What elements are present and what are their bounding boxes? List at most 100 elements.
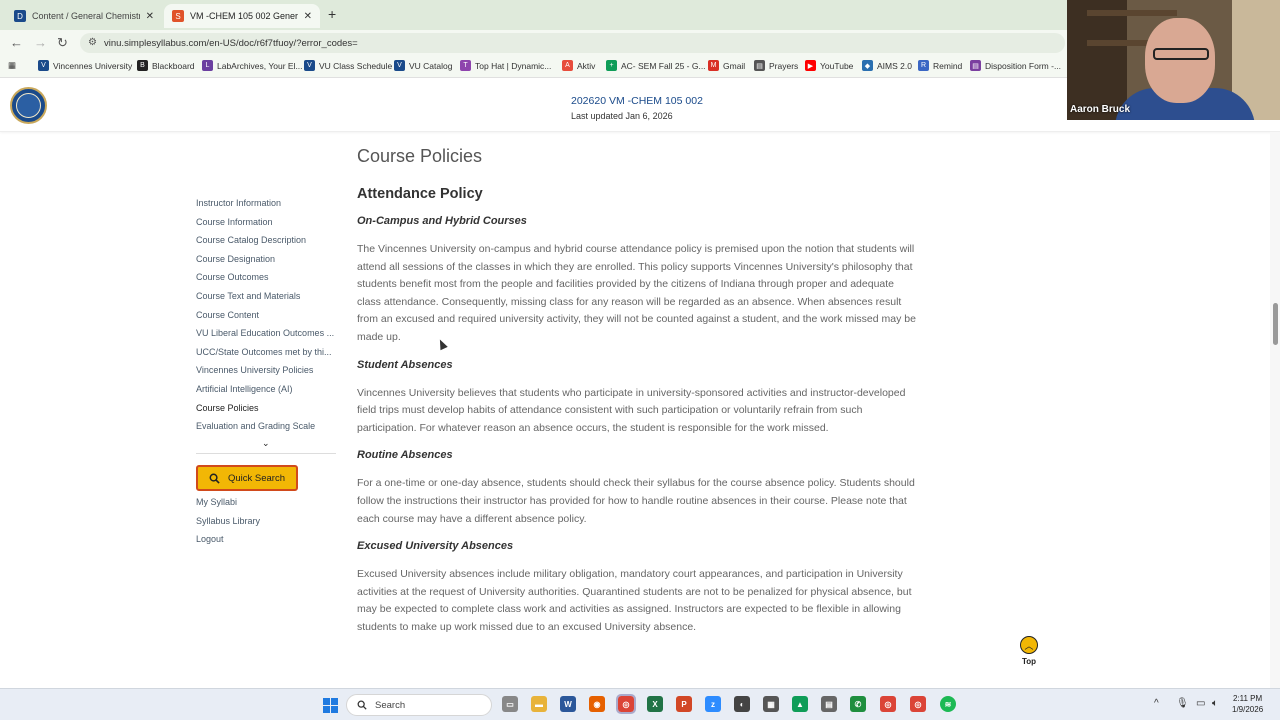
forward-arrow-icon[interactable]: → <box>34 35 47 50</box>
file-explorer-icon[interactable]: ▬ <box>531 696 547 712</box>
sidebar-item-instructor-information[interactable]: Instructor Information <box>196 198 336 217</box>
browser-tab-syllabus[interactable]: S VM -CHEM 105 002 General Ch ✕ <box>164 4 320 28</box>
bookmark-label: AC- SEM Fall 25 - G... <box>621 60 706 71</box>
vincennes-university-seal-logo[interactable] <box>10 87 47 124</box>
close-tab-icon[interactable]: ✕ <box>146 11 154 22</box>
bookmark-prayers[interactable]: ▤ Prayers <box>754 60 798 71</box>
url-text: vinu.simplesyllabus.com/en-US/doc/r6f7tf… <box>104 37 358 49</box>
top-hat-icon: T <box>460 60 471 71</box>
bookmark-vu-catalog[interactable]: V VU Catalog <box>394 60 452 71</box>
bookmark-blackboard[interactable]: B Blackboard <box>137 60 195 71</box>
bookmark-labarchives[interactable]: L LabArchives, Your El... <box>202 60 303 71</box>
policy-title: Attendance Policy <box>357 186 483 202</box>
sidebar-item-course-text-materials[interactable]: Course Text and Materials <box>196 291 336 310</box>
taskbar-clock[interactable]: 2:11 PM 1/9/2026 <box>1232 693 1263 715</box>
taskbar-search-placeholder: Search <box>375 699 406 711</box>
page-scrollbar[interactable] <box>1270 132 1280 688</box>
sidebar-item-ucc-state-outcomes[interactable]: UCC/State Outcomes met by thi... <box>196 347 336 366</box>
search-icon <box>209 473 220 484</box>
back-arrow-icon[interactable]: ← <box>10 35 23 50</box>
obs-icon[interactable]: ◐ <box>734 696 750 712</box>
section-heading: On-Campus and Hybrid Courses <box>357 215 527 227</box>
calculator-icon[interactable]: ▦ <box>763 696 779 712</box>
spotify-icon[interactable]: ≋ <box>940 696 956 712</box>
bookmark-label: Top Hat | Dynamic... <box>475 60 552 71</box>
chrome-icon[interactable]: ◎ <box>616 694 636 714</box>
syllabus-library-link[interactable]: Syllabus Library <box>196 516 260 535</box>
sidebar-item-course-policies[interactable]: Course Policies <box>196 403 336 422</box>
close-tab-icon[interactable]: ✕ <box>304 11 312 22</box>
bookmark-label: Aktiv <box>577 60 596 71</box>
sidebar-item-evaluation-grading[interactable]: Evaluation and Grading Scale <box>196 421 336 440</box>
tray-chevron-up-icon[interactable]: ^ <box>1154 698 1159 709</box>
scrollbar-thumb[interactable] <box>1273 303 1278 345</box>
youtube-icon: ▶ <box>805 60 816 71</box>
windows-taskbar: Search ▭ ▬ W ◉ ◎ X P z ◐ ▦ ▲ ▤ ✆ ◎ ◎ ≋ ^… <box>0 688 1280 720</box>
back-to-top-button[interactable]: ︿ Top <box>1018 636 1040 666</box>
volume-icon[interactable]: 🔈︎ <box>1212 698 1218 709</box>
aktiv-icon: A <box>562 60 573 71</box>
zoom-icon[interactable]: z <box>705 696 721 712</box>
calculator-app-icon[interactable]: ▤ <box>821 696 837 712</box>
quick-search-button[interactable]: Quick Search <box>196 465 298 491</box>
tab-title: VM -CHEM 105 002 General Ch <box>190 11 298 21</box>
sidebar-item-course-catalog-description[interactable]: Course Catalog Description <box>196 235 336 254</box>
bookmark-top-hat[interactable]: T Top Hat | Dynamic... <box>460 60 551 71</box>
search-icon <box>357 700 367 710</box>
excel-icon[interactable]: X <box>647 696 663 712</box>
my-syllabi-link[interactable]: My Syllabi <box>196 497 260 516</box>
bookmark-aktiv[interactable]: A Aktiv <box>562 60 595 71</box>
apps-grid-icon[interactable]: ▦ <box>8 60 16 71</box>
reload-icon[interactable]: ↻ <box>57 35 68 51</box>
webcam-video-overlay: Aaron Bruck <box>1067 0 1280 120</box>
sidebar-item-course-content[interactable]: Course Content <box>196 310 336 329</box>
url-field[interactable]: ⚙ vinu.simplesyllabus.com/en-US/doc/r6f7… <box>80 33 1065 53</box>
sidebar-item-course-information[interactable]: Course Information <box>196 217 336 236</box>
browser-tab-content[interactable]: D Content / General Chemistry I - ✕ <box>6 4 162 28</box>
bookmark-gmail[interactable]: M Gmail <box>708 60 745 71</box>
chrome-profile-icon[interactable]: ◎ <box>880 696 896 712</box>
section-paragraph: For a one-time or one-day absence, stude… <box>357 477 915 525</box>
section-heading: Excused University Absences <box>357 540 514 553</box>
bookmark-label: VU Catalog <box>409 60 453 71</box>
taskbar-search-box[interactable]: Search <box>346 694 492 716</box>
bookmark-vincennes-university[interactable]: V Vincennes University <box>38 60 132 71</box>
vu-logo-icon: V <box>304 60 315 71</box>
site-info-icon[interactable]: ⚙ <box>88 37 97 48</box>
sheets-icon: + <box>606 60 617 71</box>
course-title: 202620 VM -CHEM 105 002 <box>571 95 703 107</box>
bookmark-vu-class-schedule[interactable]: V VU Class Schedule <box>304 60 392 71</box>
phone-link-icon[interactable]: ✆ <box>850 696 866 712</box>
syllabus-main-content: Course Policies Attendance Policy On-Cam… <box>357 146 917 649</box>
bookmark-label: Vincennes University <box>53 60 133 71</box>
sidebar-item-course-outcomes[interactable]: Course Outcomes <box>196 272 336 291</box>
sidebar-item-artificial-intelligence[interactable]: Artificial Intelligence (AI) <box>196 384 336 403</box>
bookmark-youtube[interactable]: ▶ YouTube <box>805 60 853 71</box>
section-paragraph: Vincennes University believes that stude… <box>357 386 906 434</box>
sidebar-item-course-designation[interactable]: Course Designation <box>196 254 336 273</box>
chrome-profile-2-icon[interactable]: ◎ <box>910 696 926 712</box>
sidebar-item-vu-policies[interactable]: Vincennes University Policies <box>196 365 336 384</box>
firefox-icon[interactable]: ◉ <box>589 696 605 712</box>
network-icon[interactable]: ▭ <box>1196 698 1205 709</box>
bookmark-ac-sem[interactable]: + AC- SEM Fall 25 - G... <box>606 60 706 71</box>
top-label: Top <box>1021 657 1037 666</box>
bookmark-aims[interactable]: ◆ AIMS 2.0 <box>862 60 912 71</box>
bookmark-label: YouTube <box>820 60 854 71</box>
clock-time: 2:11 PM <box>1232 694 1263 703</box>
task-view-icon[interactable]: ▭ <box>502 696 518 712</box>
google-drive-icon[interactable]: ▲ <box>792 696 808 712</box>
word-icon[interactable]: W <box>560 696 576 712</box>
bookmark-label: Remind <box>933 60 963 71</box>
bookmark-remind[interactable]: R Remind <box>918 60 962 71</box>
bookmark-disposition-form[interactable]: ▤ Disposition Form -... <box>970 60 1061 71</box>
microphone-icon[interactable]: 🎙︎ <box>1176 698 1189 709</box>
blackboard-icon: B <box>137 60 148 71</box>
chevron-down-icon[interactable]: ⌄ <box>262 438 270 449</box>
logout-link[interactable]: Logout <box>196 534 260 553</box>
powerpoint-icon[interactable]: P <box>676 696 692 712</box>
bookmark-label: Gmail <box>723 60 746 71</box>
new-tab-plus-icon[interactable]: + <box>328 6 336 22</box>
sidebar-item-liberal-education-outcomes[interactable]: VU Liberal Education Outcomes ... <box>196 328 336 347</box>
windows-start-icon[interactable] <box>323 698 338 713</box>
